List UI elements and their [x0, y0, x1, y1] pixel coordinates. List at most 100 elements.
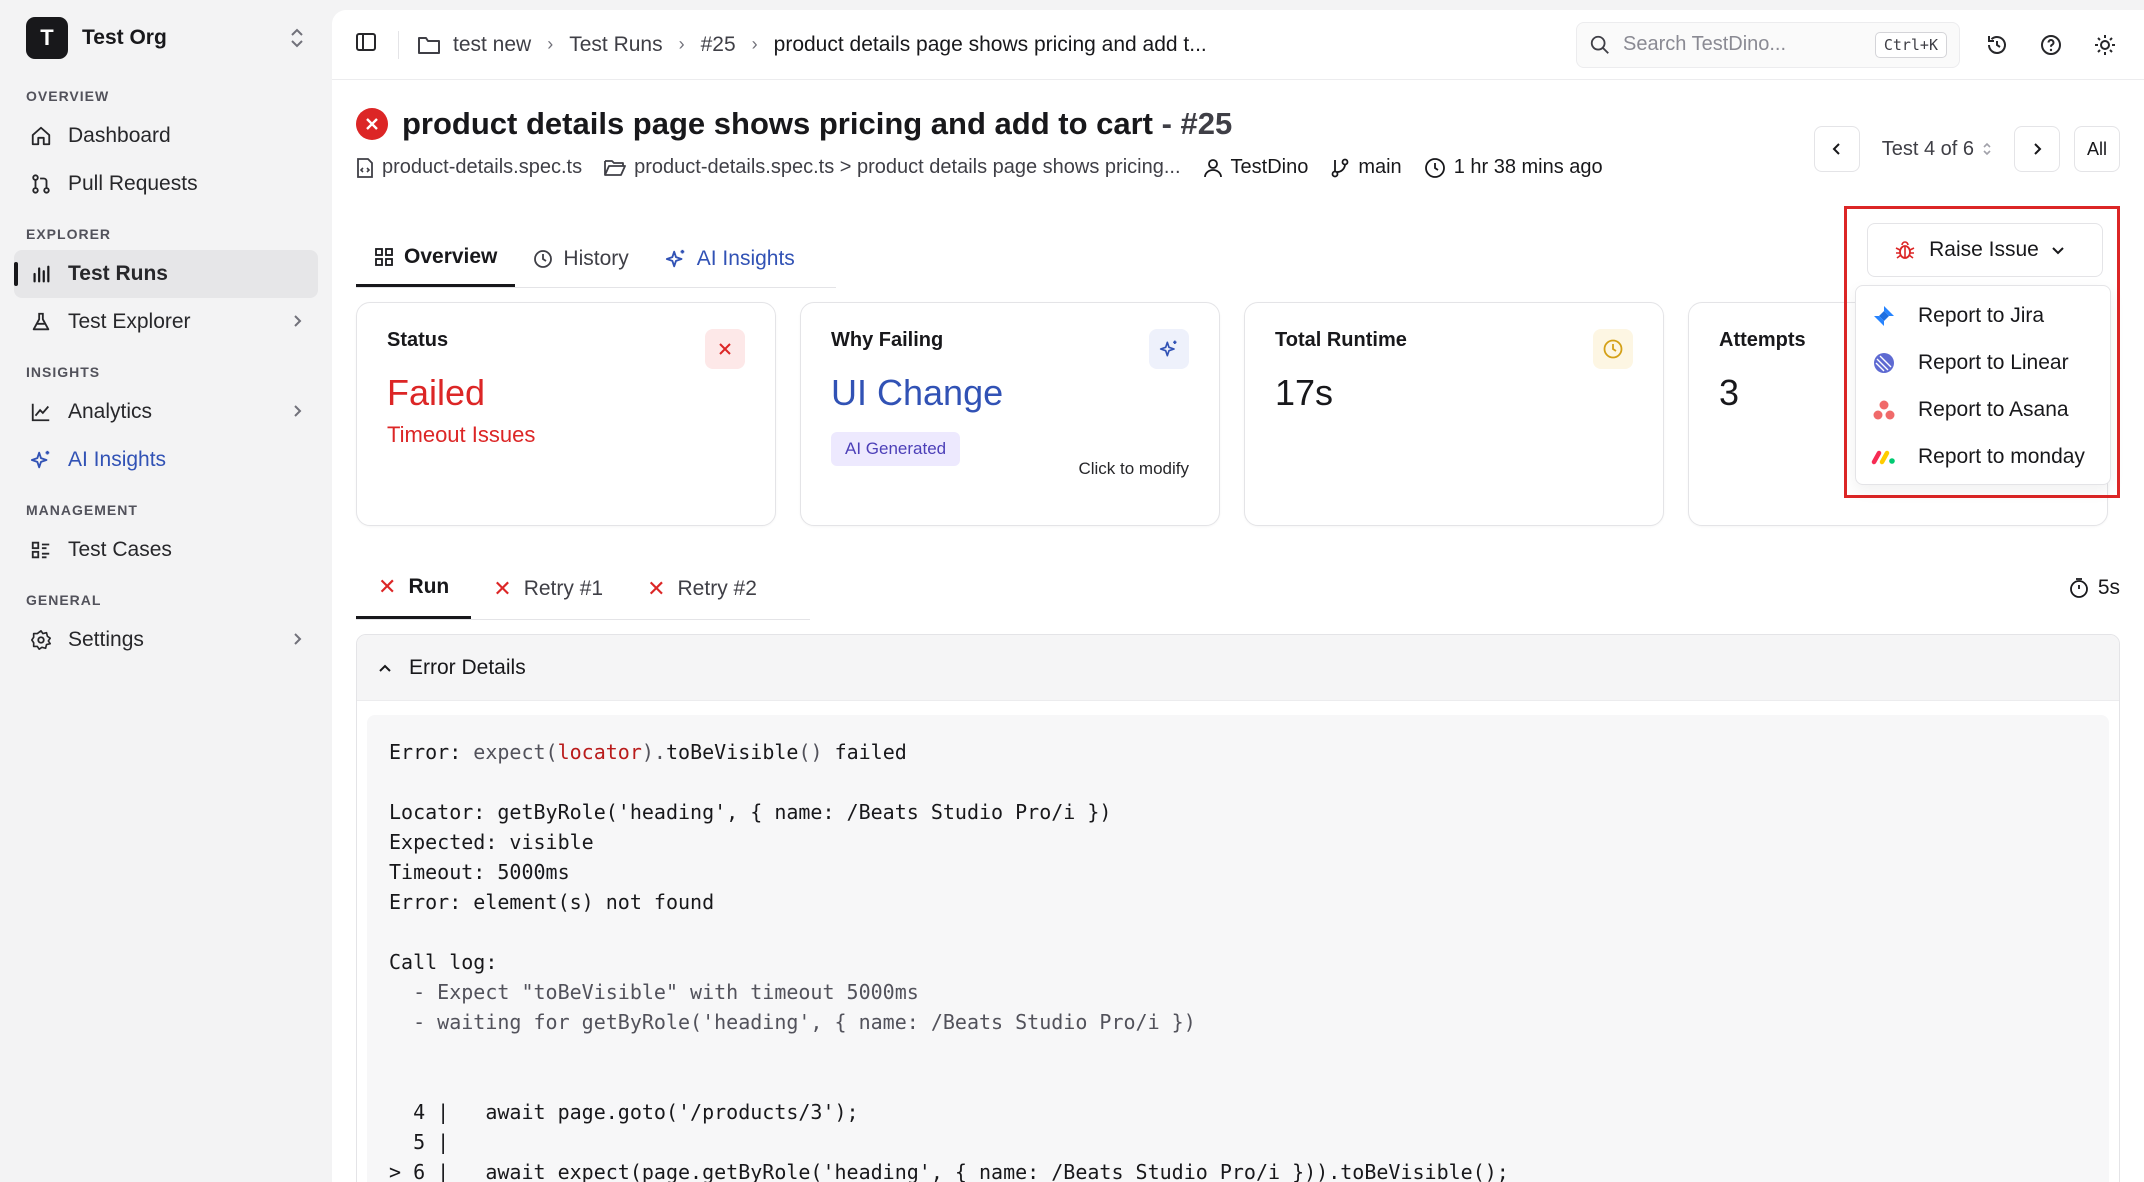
next-test-button[interactable]: [2013, 126, 2060, 172]
error-details-toggle[interactable]: Error Details: [357, 635, 2119, 701]
sidebar-item-ai-insights[interactable]: AI Insights: [14, 436, 318, 484]
sparkles-icon: [1149, 329, 1189, 369]
sidebar: T Test Org OVERVIEW Dashboard Pull Reque…: [0, 0, 332, 1182]
chevron-left-icon: [1832, 143, 1840, 155]
prev-test-button[interactable]: [1813, 126, 1860, 172]
click-to-modify[interactable]: Click to modify: [1078, 459, 1189, 479]
page-title: product details page shows pricing and a…: [402, 106, 1232, 142]
test-header: product details page shows pricing and a…: [356, 106, 2120, 179]
sidebar-toggle-icon[interactable]: [354, 30, 378, 59]
section-label-overview: OVERVIEW: [26, 88, 110, 104]
sidebar-item-label: Pull Requests: [68, 172, 198, 195]
ai-generated-badge: AI Generated: [831, 432, 961, 466]
raise-issue-button[interactable]: Raise Issue: [1867, 223, 2103, 277]
breadcrumb-separator: ›: [678, 34, 685, 54]
error-token: failed: [834, 740, 907, 764]
org-name: Test Org: [82, 26, 167, 49]
menu-item-label: Report to Jira: [1918, 303, 2045, 327]
home-icon: [28, 123, 54, 149]
tab-retry-1[interactable]: ✕ Retry #1: [471, 558, 625, 619]
test-position-select[interactable]: Test 4 of 6: [1882, 138, 1992, 161]
error-token: (): [798, 740, 835, 764]
run-duration-value: 5s: [2097, 576, 2120, 599]
failed-status-icon: [356, 108, 388, 140]
menu-item-linear[interactable]: Report to Linear: [1856, 339, 2110, 386]
meta-branch-label: main: [1358, 156, 1402, 178]
main-panel: test new › Test Runs › #25 › product det…: [332, 10, 2144, 1182]
meta-path: product-details.spec.ts > product detail…: [604, 156, 1181, 179]
sidebar-item-label: AI Insights: [68, 448, 167, 471]
error-token: toBeVisible: [665, 740, 799, 764]
sidebar-item-pull-requests[interactable]: Pull Requests: [14, 160, 318, 208]
error-line: > 6 | await expect(page.getByRole('headi…: [389, 1160, 1509, 1182]
sidebar-item-analytics[interactable]: Analytics: [14, 388, 318, 436]
error-log: Error: expect(locator).toBeVisible() fai…: [367, 715, 2109, 1182]
menu-item-monday[interactable]: Report to monday: [1856, 433, 2110, 480]
tab-retry-2[interactable]: ✕ Retry #2: [625, 558, 779, 619]
error-token: expect(: [473, 740, 558, 764]
x-icon: ✕: [378, 574, 397, 599]
chevron-up-down-icon: [1982, 141, 1992, 157]
sidebar-item-test-cases[interactable]: Test Cases: [14, 526, 318, 574]
clock-icon: [534, 249, 553, 268]
sparkles-icon: [665, 249, 684, 267]
top-bar: test new › Test Runs › #25 › product det…: [332, 10, 2144, 80]
menu-item-asana[interactable]: Report to Asana: [1856, 386, 2110, 433]
card-label: Total Runtime: [1275, 329, 1407, 351]
run-duration: 5s: [2068, 576, 2120, 600]
error-line: - waiting for getByRole('heading', { nam…: [389, 1010, 1196, 1034]
file-code-icon: [357, 157, 373, 178]
help-icon[interactable]: [2034, 28, 2068, 62]
x-icon: ✕: [647, 575, 666, 601]
raise-issue-highlight: Raise Issue Report to Jira Report to Lin…: [1844, 206, 2120, 498]
sidebar-item-dashboard[interactable]: Dashboard: [14, 112, 318, 160]
raise-issue-label: Raise Issue: [1929, 238, 2039, 261]
tab-label: Run: [408, 575, 450, 598]
sun-icon[interactable]: [2088, 28, 2122, 62]
grid-icon: [375, 248, 393, 266]
error-line: Timeout: 5000ms: [389, 860, 570, 884]
sparkles-icon: [28, 447, 54, 473]
breadcrumb-project[interactable]: test new: [453, 33, 531, 57]
org-switcher[interactable]: T Test Org: [14, 16, 318, 60]
search-input[interactable]: Search TestDino... Ctrl+K: [1576, 21, 1960, 68]
sidebar-item-settings[interactable]: Settings: [14, 616, 318, 664]
chevron-right-icon: [2034, 143, 2042, 155]
sidebar-item-test-explorer[interactable]: Test Explorer: [14, 298, 318, 346]
breadcrumb-test-runs[interactable]: Test Runs: [569, 33, 662, 57]
runtime-value: 17s: [1275, 372, 1334, 413]
search-icon: [1589, 34, 1611, 56]
chevron-right-icon: [290, 400, 304, 424]
line-chart-icon: [28, 399, 54, 425]
runtime-card: Total Runtime 17s: [1244, 302, 1664, 526]
error-details-panel: Error Details Error: expect(locator).toB…: [356, 634, 2120, 1182]
all-tests-button[interactable]: All: [2073, 126, 2120, 172]
sidebar-item-label: Dashboard: [68, 124, 171, 147]
card-label: Why Failing: [831, 329, 944, 351]
menu-item-jira[interactable]: Report to Jira: [1856, 292, 2110, 339]
test-title: product details page shows pricing and a…: [402, 106, 1153, 141]
run-number: - #25: [1153, 106, 1233, 141]
sidebar-item-test-runs[interactable]: Test Runs: [14, 250, 318, 298]
why-failing-card[interactable]: Why Failing UI Change AI Generated Click…: [800, 302, 1220, 526]
jira-icon: [1870, 302, 1898, 330]
linear-icon: [1870, 349, 1898, 377]
error-line: 5 |: [389, 1130, 450, 1154]
tab-history[interactable]: History: [515, 230, 646, 287]
error-line: - Expect "toBeVisible" with timeout 5000…: [389, 980, 919, 1004]
breadcrumb-run[interactable]: #25: [701, 33, 736, 57]
tab-run[interactable]: ✕ Run: [356, 558, 472, 619]
x-icon: [705, 329, 745, 369]
git-branch-icon: [1331, 158, 1349, 177]
error-details-title: Error Details: [409, 655, 526, 679]
section-label-explorer: EXPLORER: [26, 226, 112, 242]
tab-overview[interactable]: Overview: [356, 230, 516, 287]
meta-path-label: product-details.spec.ts > product detail…: [634, 156, 1181, 178]
chevron-right-icon: [290, 310, 304, 334]
tab-ai-insights[interactable]: AI Insights: [647, 230, 813, 287]
error-token: locator: [557, 740, 642, 764]
history-icon[interactable]: [1980, 28, 2014, 62]
sidebar-item-label: Settings: [68, 628, 144, 651]
meta-file-label: product-details.spec.ts: [382, 156, 583, 178]
monday-icon: [1870, 443, 1898, 471]
